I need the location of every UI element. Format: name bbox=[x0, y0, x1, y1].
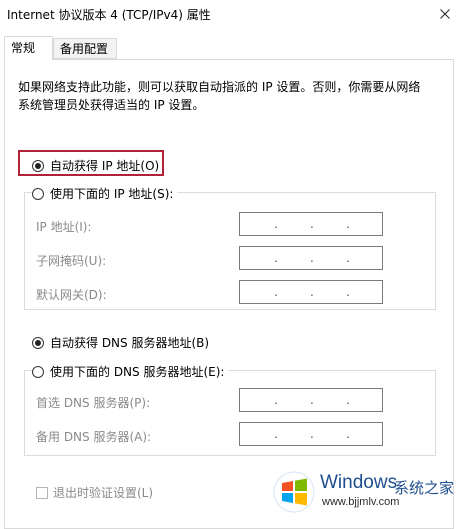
ip-address-label: IP 地址(I): bbox=[36, 220, 92, 234]
watermark-url: www.bjjmlv.com bbox=[322, 496, 400, 508]
description-text: 如果网络支持此功能，则可以获取自动指派的 IP 设置。否则，你需要从网络系统管理… bbox=[18, 80, 421, 112]
manual-dns-radio-row[interactable]: 使用下面的 DNS 服务器地址(E): bbox=[32, 363, 229, 380]
manual-ip-radio[interactable] bbox=[32, 187, 44, 200]
title-bar: Internet 协议版本 4 (TCP/IPv4) 属性 bbox=[0, 0, 460, 28]
watermark: Windows 系统之家 www.bjjmlv.com bbox=[270, 468, 460, 516]
subnet-mask-input[interactable]: ... bbox=[239, 246, 383, 270]
manual-ip-radio-row[interactable]: 使用下面的 IP 地址(S): bbox=[32, 185, 178, 202]
default-gateway-input[interactable]: ... bbox=[239, 280, 383, 304]
auto-ip-radio-row[interactable]: 自动获得 IP 地址(O) bbox=[32, 157, 159, 174]
watermark-brand: Windows bbox=[320, 472, 398, 493]
validate-settings-checkbox[interactable] bbox=[36, 486, 48, 499]
default-gateway-label: 默认网关(D): bbox=[36, 288, 107, 302]
validate-settings-row[interactable]: 退出时验证设置(L) bbox=[36, 484, 153, 501]
close-button[interactable] bbox=[430, 0, 460, 28]
manual-dns-label: 使用下面的 DNS 服务器地址(E): bbox=[50, 365, 225, 379]
tab-alternate-config[interactable]: 备用配置 bbox=[53, 38, 117, 59]
windows-logo-icon bbox=[273, 471, 315, 513]
validate-settings-label: 退出时验证设置(L) bbox=[53, 486, 154, 500]
ip-address-input[interactable]: ... bbox=[239, 212, 383, 236]
window-title: Internet 协议版本 4 (TCP/IPv4) 属性 bbox=[7, 8, 211, 22]
alternate-dns-label: 备用 DNS 服务器(A): bbox=[36, 430, 152, 444]
preferred-dns-label: 首选 DNS 服务器(P): bbox=[36, 396, 151, 410]
preferred-dns-input[interactable]: ... bbox=[239, 388, 383, 412]
close-icon bbox=[440, 9, 450, 19]
auto-dns-radio[interactable] bbox=[32, 336, 44, 349]
tab-general[interactable]: 常规 bbox=[4, 36, 53, 60]
auto-dns-label: 自动获得 DNS 服务器地址(B) bbox=[50, 336, 210, 350]
alternate-dns-input[interactable]: ... bbox=[239, 422, 383, 446]
auto-ip-label: 自动获得 IP 地址(O) bbox=[50, 159, 160, 173]
manual-ip-label: 使用下面的 IP 地址(S): bbox=[50, 187, 174, 201]
watermark-suffix: 系统之家 bbox=[394, 479, 455, 497]
auto-dns-radio-row[interactable]: 自动获得 DNS 服务器地址(B) bbox=[32, 334, 209, 351]
auto-ip-radio[interactable] bbox=[32, 159, 44, 172]
subnet-mask-label: 子网掩码(U): bbox=[36, 254, 107, 268]
manual-dns-radio[interactable] bbox=[32, 365, 44, 378]
